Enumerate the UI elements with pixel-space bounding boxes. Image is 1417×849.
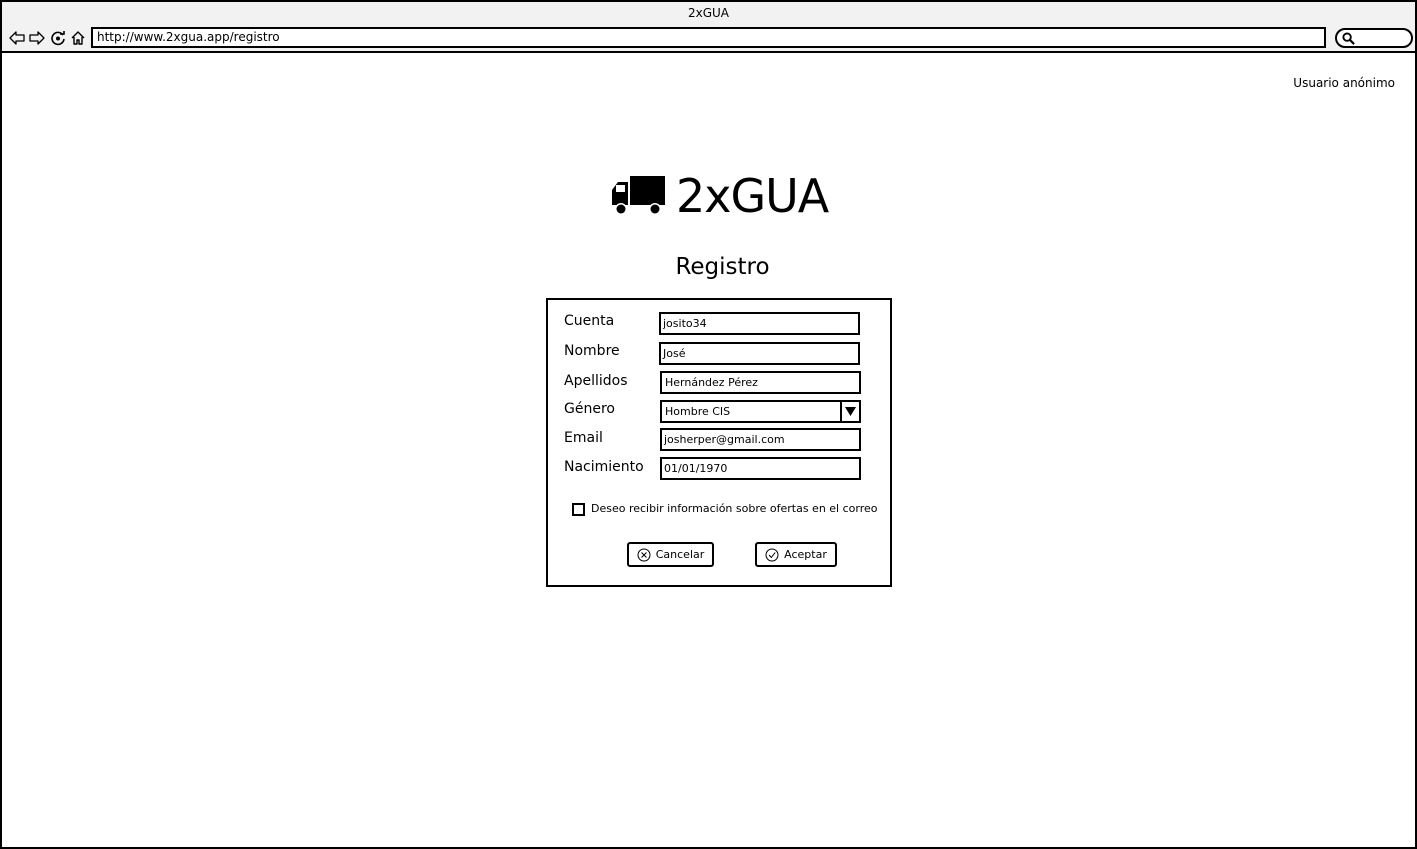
cancel-button-label: Cancelar: [655, 548, 705, 561]
check-circle-icon: [765, 548, 779, 561]
app-logo: 2xGUA: [610, 169, 829, 223]
gender-select[interactable]: Hombre CIS: [660, 400, 861, 423]
cancel-button[interactable]: Cancelar: [627, 542, 714, 567]
birthdate-label: Nacimiento: [564, 459, 644, 475]
page-title: Registro: [675, 254, 770, 280]
window-title: 2xGUA: [687, 6, 730, 20]
newsletter-checkbox[interactable]: [572, 503, 585, 516]
user-status: Usuario anónimo: [1293, 76, 1395, 90]
forward-arrow-icon[interactable]: [28, 29, 46, 47]
address-url: http://www.2xgua.app/registro: [97, 30, 280, 44]
birthdate-input[interactable]: 01/01/1970: [660, 457, 861, 480]
accept-button[interactable]: Aceptar: [755, 542, 837, 567]
gender-label: Género: [564, 401, 615, 417]
back-arrow-icon[interactable]: [8, 29, 26, 47]
browser-window: 2xGUA http://www.2xgua.app/registro Usua…: [0, 0, 1417, 849]
window-titlebar: 2xGUA: [2, 2, 1415, 24]
accept-button-label: Aceptar: [784, 548, 827, 561]
chevron-down-icon[interactable]: [840, 402, 859, 421]
newsletter-label: Deseo recibir información sobre ofertas …: [591, 502, 878, 515]
registration-form: Cuenta josito34 Nombre José Apellidos He…: [546, 298, 892, 587]
browser-search-field[interactable]: [1335, 28, 1413, 48]
address-bar[interactable]: http://www.2xgua.app/registro: [91, 27, 1326, 48]
cancel-circle-icon: [637, 548, 651, 561]
email-input[interactable]: josherper@gmail.com: [660, 428, 861, 451]
surnames-label: Apellidos: [564, 373, 628, 389]
search-icon: [1342, 32, 1355, 45]
reload-icon[interactable]: [49, 29, 67, 47]
name-label: Nombre: [564, 343, 620, 359]
gender-selected-value: Hombre CIS: [665, 405, 731, 418]
account-input[interactable]: josito34: [659, 312, 860, 335]
truck-icon: [612, 176, 665, 215]
name-input[interactable]: José: [659, 342, 860, 365]
account-label: Cuenta: [564, 313, 615, 329]
home-icon[interactable]: [69, 29, 87, 47]
browser-toolbar: http://www.2xgua.app/registro: [2, 24, 1415, 53]
surnames-input[interactable]: Hernández Pérez: [660, 371, 861, 394]
email-label: Email: [564, 430, 603, 446]
app-name: 2xGUA: [676, 169, 829, 223]
